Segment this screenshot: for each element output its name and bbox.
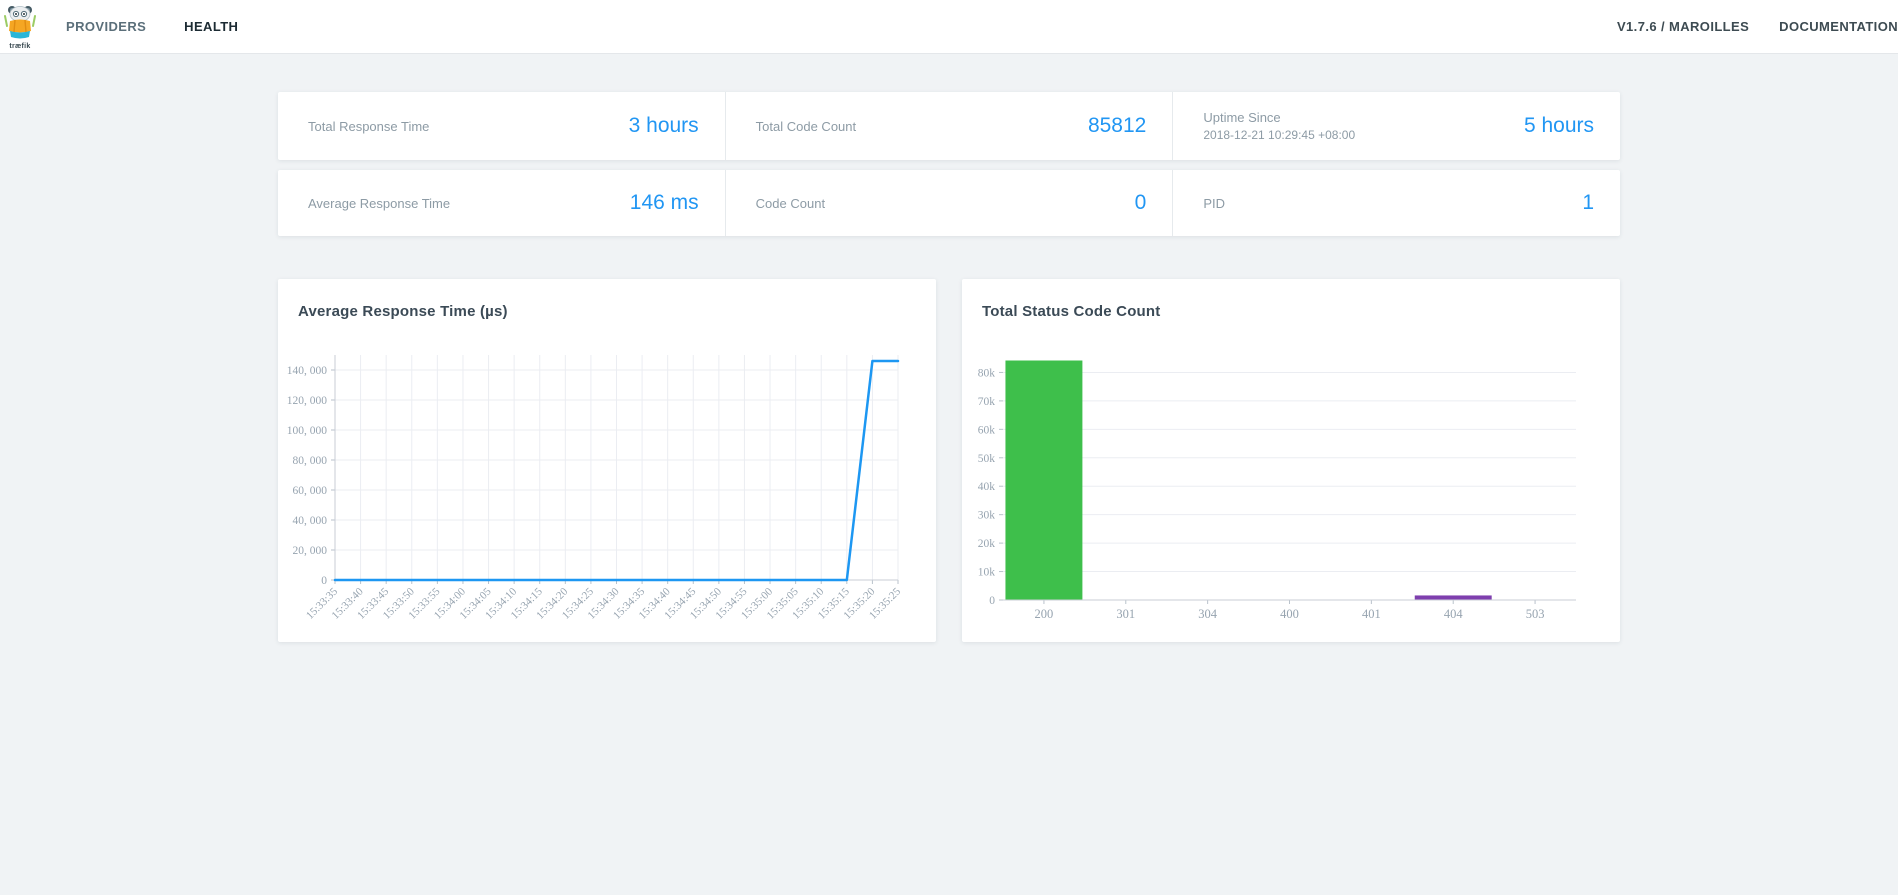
svg-text:301: 301 — [1116, 607, 1135, 621]
stat-value: 0 — [1134, 191, 1147, 214]
status-code-bar-chart: 0 10k 20k 30k 40k 50k 60k 70k 80k 200 301 304 400 401… — [978, 360, 1576, 621]
svg-text:80k: 80k — [978, 367, 996, 379]
stat-value: 85812 — [1087, 114, 1147, 137]
svg-text:404: 404 — [1444, 607, 1464, 621]
svg-text:60, 000: 60, 000 — [293, 485, 328, 497]
svg-text:400: 400 — [1280, 607, 1299, 621]
svg-text:40, 000: 40, 000 — [293, 515, 328, 527]
svg-text:20, 000: 20, 000 — [293, 545, 328, 557]
svg-text:503: 503 — [1526, 607, 1545, 621]
stats-row-2: Average Response Time 146 ms Code Count … — [278, 170, 1620, 236]
stat-value: 5 hours — [1523, 114, 1595, 137]
svg-text:200: 200 — [1035, 607, 1054, 621]
stat-average-response-time: Average Response Time 146 ms — [278, 170, 725, 236]
svg-text:30k: 30k — [978, 510, 996, 522]
stat-label: Uptime Since — [1203, 110, 1281, 125]
nav-link-providers[interactable]: PROVIDERS — [66, 19, 146, 34]
stat-label: PID — [1203, 195, 1226, 211]
nav-right: V1.7.6 / MAROILLES DOCUMENTATION — [1617, 19, 1898, 34]
stat-label: Code Count — [755, 195, 826, 211]
svg-text:50k: 50k — [978, 453, 996, 465]
svg-text:70k: 70k — [978, 396, 996, 408]
stat-label: Total Response Time — [308, 118, 430, 134]
svg-text:0: 0 — [989, 595, 995, 607]
traefik-logo-text: træfik — [9, 42, 31, 50]
stat-uptime-since: Uptime Since 2018-12-21 10:29:45 +08:00 … — [1172, 92, 1620, 160]
stat-label: Total Code Count — [755, 118, 857, 134]
stat-label: Average Response Time — [308, 195, 451, 211]
svg-text:10k: 10k — [978, 567, 996, 579]
svg-text:140, 000: 140, 000 — [287, 365, 328, 377]
stat-uptime-datetime: 2018-12-21 10:29:45 +08:00 — [1203, 128, 1356, 142]
svg-text:304: 304 — [1198, 607, 1218, 621]
stat-value: 146 ms — [629, 191, 699, 214]
stat-value: 3 hours — [628, 114, 699, 137]
traefik-mascot-icon — [3, 4, 37, 45]
svg-text:80, 000: 80, 000 — [293, 455, 328, 467]
nav-links: PROVIDERS HEALTH — [66, 19, 238, 34]
svg-text:40k: 40k — [978, 481, 996, 493]
traefik-logo[interactable]: træfik — [0, 4, 40, 50]
stat-code-count: Code Count 0 — [724, 170, 1173, 236]
svg-text:401: 401 — [1362, 607, 1381, 621]
svg-text:20k: 20k — [978, 538, 996, 550]
nav-link-health[interactable]: HEALTH — [184, 19, 238, 34]
navbar: træfik PROVIDERS HEALTH V1.7.6 / MAROILL… — [0, 0, 1898, 54]
version-link[interactable]: V1.7.6 / MAROILLES — [1617, 19, 1749, 34]
svg-text:60k: 60k — [978, 424, 996, 436]
avg-response-time-chart-card: Average Response Time (µs) 15:33:35 15:33… — [278, 279, 936, 642]
stats-row-1: Total Response Time 3 hours Total Code C… — [278, 92, 1620, 160]
stat-total-response-time: Total Response Time 3 hours — [278, 92, 725, 160]
stat-total-code-count: Total Code Count 85812 — [724, 92, 1173, 160]
charts-row: Average Response Time (µs) 15:33:35 15:33… — [278, 279, 1620, 642]
svg-text:120, 000: 120, 000 — [287, 395, 328, 407]
svg-text:100, 000: 100, 000 — [287, 425, 328, 437]
stat-pid: PID 1 — [1172, 170, 1620, 236]
avg-response-time-line-chart: 15:33:3515:33:4015:33:4515:33:5015:33:55… — [287, 355, 903, 622]
status-code-chart-card: Total Status Code Count 0 10k 20k 30k 40k 50k… — [962, 279, 1620, 642]
stat-value: 1 — [1582, 191, 1595, 214]
svg-text:0: 0 — [321, 575, 327, 587]
documentation-link[interactable]: DOCUMENTATION — [1779, 19, 1898, 34]
